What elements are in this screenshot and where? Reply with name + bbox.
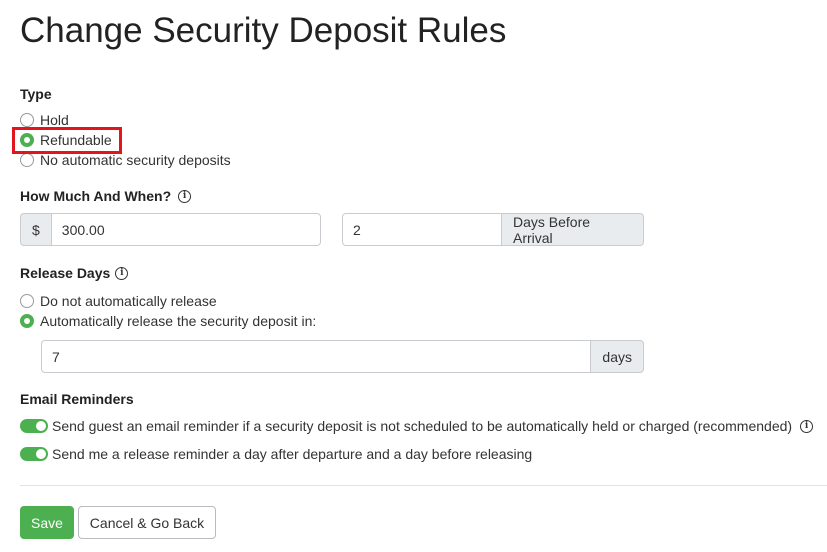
save-button[interactable]: Save: [20, 506, 74, 539]
guest-reminder-toggle[interactable]: [20, 419, 48, 433]
release-section-label: Release Days i: [20, 264, 129, 282]
release-auto-label: Automatically release the security depos…: [40, 313, 317, 329]
security-deposit-rules-page: Change Security Deposit Rules Type Hold …: [0, 0, 827, 552]
release-reminder-row: Send me a release reminder a day after d…: [20, 445, 532, 463]
currency-addon: $: [20, 213, 51, 246]
info-icon[interactable]: i: [800, 419, 814, 433]
selection-highlight: [12, 127, 122, 154]
page-title: Change Security Deposit Rules: [20, 11, 507, 50]
days-before-input[interactable]: 2: [342, 213, 502, 246]
amount-input[interactable]: 300.00: [50, 213, 321, 246]
amount-section-label: How Much And When? i: [20, 187, 192, 205]
days-before-addon: Days Before Arrival: [502, 213, 644, 246]
release-days-input-group: 7 days: [41, 340, 644, 373]
divider: [20, 485, 827, 486]
release-auto-radio[interactable]: [20, 314, 34, 328]
release-reminder-toggle[interactable]: [20, 447, 48, 461]
days-before-input-group: 2 Days Before Arrival: [342, 213, 644, 246]
type-none-radio[interactable]: [20, 153, 34, 167]
release-days-input[interactable]: 7: [41, 340, 592, 373]
release-label: Release Days: [20, 265, 111, 281]
amount-label: How Much And When?: [20, 188, 172, 204]
type-label: Type: [20, 86, 52, 102]
cancel-button[interactable]: Cancel & Go Back: [78, 506, 216, 539]
release-option-auto[interactable]: Automatically release the security depos…: [20, 312, 316, 330]
type-hold-radio[interactable]: [20, 113, 34, 127]
email-label: Email Reminders: [20, 391, 134, 407]
info-icon[interactable]: i: [178, 189, 192, 203]
amount-input-group: $ 300.00: [20, 213, 321, 246]
info-icon[interactable]: i: [115, 266, 129, 280]
guest-reminder-label: Send guest an email reminder if a securi…: [52, 418, 793, 434]
guest-reminder-row: Send guest an email reminder if a securi…: [20, 417, 814, 435]
release-manual-radio[interactable]: [20, 294, 34, 308]
release-days-addon: days: [591, 340, 644, 373]
email-section-label: Email Reminders: [20, 390, 134, 408]
release-option-manual[interactable]: Do not automatically release: [20, 292, 217, 310]
release-manual-label: Do not automatically release: [40, 293, 217, 309]
type-section-label: Type: [20, 85, 52, 103]
release-reminder-label: Send me a release reminder a day after d…: [52, 446, 533, 462]
